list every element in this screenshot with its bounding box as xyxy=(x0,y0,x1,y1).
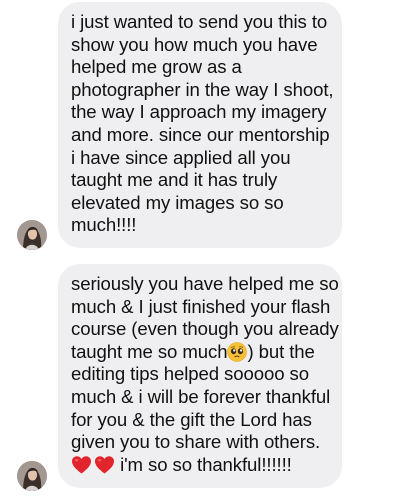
message-text-segment: taught me so much xyxy=(71,340,228,362)
message-text-line: photographer in the way I shoot, xyxy=(71,78,334,100)
message-text-line-with-emoji: taught me so much ) but the xyxy=(71,341,330,364)
message-thread: i just wanted to send you this to show y… xyxy=(0,0,400,503)
message-text-line: i just wanted to send you this to xyxy=(71,11,328,32)
avatar-photo xyxy=(17,220,47,250)
message-text-segment: ) but the xyxy=(247,340,315,362)
red-heart-emoji xyxy=(94,455,115,475)
message-text-line: the way I approach my imagery xyxy=(71,101,327,123)
message-text-line-with-emoji: i'm so so thankful!!!!!! xyxy=(71,454,330,477)
sender-avatar[interactable] xyxy=(17,461,47,491)
message-text-line: editing tips helped sooooo so xyxy=(71,363,309,385)
message-text-line: course (even though you already xyxy=(71,318,339,340)
message-text-line: taught me and it has truly xyxy=(71,169,278,191)
message-text-line: seriously you have helped me so xyxy=(71,273,339,294)
message-text-line: helped me grow as a xyxy=(71,56,242,78)
message-text-line: much!!!! xyxy=(71,214,137,236)
message-text-line: much & I just finished your flash xyxy=(71,295,331,317)
red-heart-emoji xyxy=(71,455,92,475)
sender-avatar[interactable] xyxy=(17,220,47,250)
message-text-line: given you to share with others. xyxy=(71,431,321,453)
message-text-line: show you how much you have xyxy=(71,33,318,55)
message-bubble[interactable]: i just wanted to send you this to show y… xyxy=(58,2,342,248)
message-text-line: for you & the gift the Lord has xyxy=(71,408,312,430)
avatar-photo xyxy=(17,461,47,491)
message-text-line: i have since applied all you xyxy=(71,146,291,168)
message-text-segment: i'm so so thankful!!!!!! xyxy=(115,453,292,475)
pleading-face-emoji xyxy=(227,341,248,362)
message-text-line: elevated my images so so xyxy=(71,191,284,213)
message-text-line: and more. since our mentorship xyxy=(71,123,330,145)
message-bubble[interactable]: seriously you have helped me so much & I… xyxy=(58,264,342,488)
message-text-line: much & i will be forever thankful xyxy=(71,385,331,407)
